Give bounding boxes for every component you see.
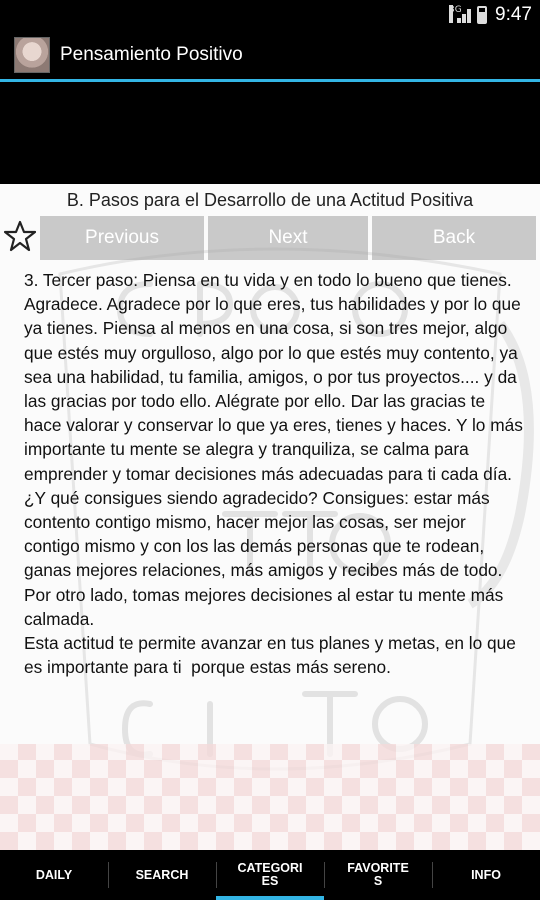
tab-label: CATEGORIES — [237, 861, 303, 888]
tab-label: INFO — [471, 867, 501, 882]
tab-search[interactable]: SEARCH — [108, 850, 216, 900]
app-title: Pensamiento Positivo — [60, 43, 243, 65]
back-button[interactable]: Back — [372, 216, 536, 260]
battery-icon — [477, 6, 488, 24]
tab-daily[interactable]: DAILY — [0, 850, 108, 900]
app-icon[interactable] — [14, 36, 50, 73]
status-time: 9:47 — [495, 4, 532, 25]
tab-categories[interactable]: CATEGORIES — [216, 850, 324, 900]
star-outline-icon[interactable] — [4, 220, 36, 252]
body-text: 3. Tercer paso: Piensa en tu vida y en t… — [24, 270, 523, 678]
tab-label: DAILY — [35, 867, 73, 882]
tab-favorites[interactable]: FAVORITES — [324, 850, 432, 900]
previous-button[interactable]: Previous — [40, 216, 204, 260]
network-type-label: 3G — [449, 5, 462, 23]
status-bar: 3G 9:47 — [0, 0, 540, 30]
next-button[interactable]: Next — [208, 216, 368, 260]
tab-label: FAVORITES — [347, 861, 409, 888]
bottom-tab-bar: DAILY SEARCH CATEGORIES FAVORITES INFO — [0, 850, 540, 900]
status-icons: 3G — [449, 5, 488, 24]
header-banner-area — [0, 85, 540, 184]
tab-info[interactable]: INFO — [432, 850, 540, 900]
section-title: B. Pasos para el Desarrollo de una Actit… — [66, 190, 474, 210]
content-area: B. Pasos para el Desarrollo de una Actit… — [0, 184, 540, 850]
tab-label: SEARCH — [135, 867, 189, 882]
signal-icon: 3G — [449, 5, 473, 23]
action-bar: Pensamiento Positivo — [0, 30, 540, 82]
